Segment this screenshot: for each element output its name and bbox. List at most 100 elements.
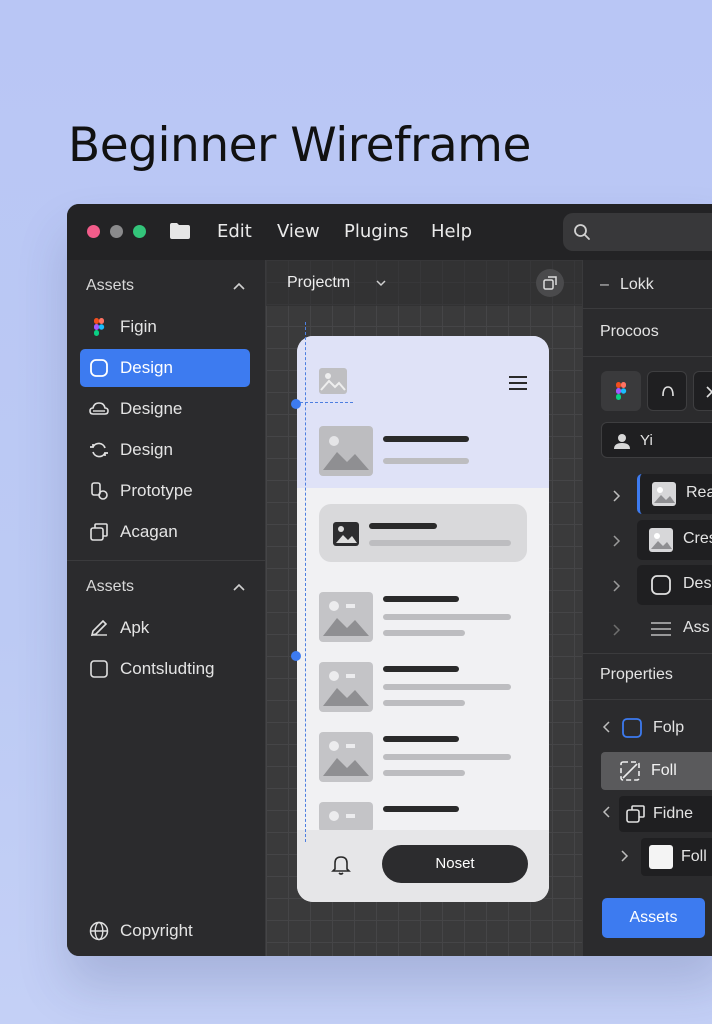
resize-icon <box>620 761 640 781</box>
folder-icon[interactable] <box>169 222 191 240</box>
pen-icon <box>90 619 108 637</box>
cloud-icon <box>89 402 109 415</box>
menu-plugins[interactable]: Plugins <box>344 221 408 242</box>
title-bar: Edit View Plugins Help <box>67 204 712 260</box>
sidebar-item-label: Copyright <box>120 921 193 940</box>
chevron-right-icon[interactable] <box>613 580 621 592</box>
image-icon <box>319 368 347 394</box>
text-line <box>383 458 469 464</box>
color-swatch[interactable] <box>649 845 673 869</box>
sidebar-item-label: Design <box>120 440 173 459</box>
user-input-field[interactable]: Yi <box>601 422 712 458</box>
property-label: Foll <box>651 762 677 779</box>
inspector-divider <box>583 699 712 700</box>
search-icon <box>574 224 590 240</box>
phone-mockup[interactable]: Noset <box>297 336 549 902</box>
list-item-image <box>319 732 373 782</box>
close-window-button[interactable] <box>87 225 100 238</box>
sidebar-item-design-active[interactable]: Design <box>80 349 250 387</box>
chevron-up-icon[interactable] <box>233 583 245 591</box>
text-line <box>383 666 459 672</box>
property-row[interactable]: Fidne <box>619 796 712 832</box>
hamburger-menu-icon[interactable] <box>508 376 528 390</box>
property-label: Fidne <box>653 805 694 822</box>
sidebar-item-acagan[interactable]: Acagan <box>80 513 250 551</box>
chevron-up-icon[interactable] <box>233 282 245 290</box>
text-line <box>369 523 437 529</box>
undo-icon <box>662 386 674 397</box>
layer-row[interactable]: Des <box>637 565 712 605</box>
menu-icon <box>651 622 671 636</box>
design-canvas[interactable]: Projectm Noset <box>266 260 582 956</box>
layer-label: Rea <box>686 484 712 501</box>
text-line <box>383 436 469 442</box>
properties-title: Properties <box>600 666 673 683</box>
right-inspector-panel: – Lokk Procoos Yi Rea Cre Des Ass Proper… <box>582 260 712 956</box>
layer-label: Cres <box>683 530 712 547</box>
sidebar-item-label: Acagan <box>120 522 178 541</box>
sidebar-item-contsludting[interactable]: Contsludting <box>80 650 250 688</box>
layer-label: Des <box>683 575 712 592</box>
assets-button[interactable]: Assets <box>602 898 705 938</box>
expand-button[interactable] <box>536 269 564 297</box>
text-line <box>383 736 459 742</box>
undo-tool-button[interactable] <box>647 371 687 411</box>
property-row[interactable]: Foll <box>641 838 712 876</box>
sidebar-item-design[interactable]: Design <box>80 431 250 469</box>
text-line <box>383 684 511 690</box>
close-icon <box>706 386 712 398</box>
sidebar-item-apk[interactable]: Apk <box>80 609 250 647</box>
user-input-value: Yi <box>640 432 653 449</box>
primary-cta-button[interactable]: Noset <box>382 845 528 883</box>
chevron-left-icon[interactable] <box>602 721 610 733</box>
phone-footer: Noset <box>297 830 549 902</box>
list-item-image <box>319 592 373 642</box>
copy-icon <box>90 523 108 541</box>
inspector-header: Lokk <box>620 276 654 293</box>
sidebar-item-copyright[interactable]: Copyright <box>80 912 250 950</box>
minimize-window-button[interactable] <box>110 225 123 238</box>
inspector-divider <box>583 356 712 357</box>
list-item-image <box>319 802 373 832</box>
layer-row[interactable]: Ass <box>637 609 712 649</box>
figma-tool-button[interactable] <box>601 371 641 411</box>
sidebar-item-figin[interactable]: Figin <box>80 308 250 346</box>
close-tool-button[interactable] <box>693 371 712 411</box>
text-line <box>383 630 465 636</box>
bell-icon[interactable] <box>331 854 351 876</box>
chevron-right-icon[interactable] <box>613 535 621 547</box>
menu-edit[interactable]: Edit <box>217 221 252 242</box>
layer-row[interactable]: Cres <box>637 520 712 560</box>
text-line <box>383 754 511 760</box>
property-row[interactable]: Folp <box>621 711 712 745</box>
text-line <box>383 614 511 620</box>
sidebar-item-prototype[interactable]: Prototype <box>80 472 250 510</box>
property-label: Foll <box>681 848 707 865</box>
sidebar-item-label: Prototype <box>120 481 193 500</box>
chevron-right-icon[interactable] <box>613 490 621 502</box>
section-title: Procoos <box>600 323 659 340</box>
prototype-icon <box>91 482 108 500</box>
chevron-left-icon[interactable] <box>602 806 610 818</box>
maximize-window-button[interactable] <box>133 225 146 238</box>
user-icon <box>614 434 630 449</box>
sidebar-item-label: Figin <box>120 317 157 336</box>
inspector-divider <box>583 653 712 654</box>
layer-label: Ass <box>683 619 710 636</box>
sidebar-item-designe[interactable]: Designe <box>80 390 250 428</box>
selection-handle[interactable] <box>291 399 301 409</box>
chevron-down-icon[interactable] <box>376 280 386 287</box>
layer-row[interactable]: Rea <box>637 474 712 514</box>
minus-icon[interactable]: – <box>600 276 609 294</box>
chevron-right-icon[interactable] <box>621 850 629 862</box>
text-line <box>369 540 511 546</box>
selection-handle[interactable] <box>291 651 301 661</box>
menu-help[interactable]: Help <box>431 221 472 242</box>
text-line <box>383 596 459 602</box>
chevron-right-icon[interactable] <box>613 624 621 636</box>
copy-icon <box>626 805 645 823</box>
search-input[interactable] <box>563 213 712 251</box>
menu-view[interactable]: View <box>277 221 320 242</box>
property-row-selected[interactable]: Foll <box>601 752 712 790</box>
project-title[interactable]: Projectm <box>287 274 350 292</box>
